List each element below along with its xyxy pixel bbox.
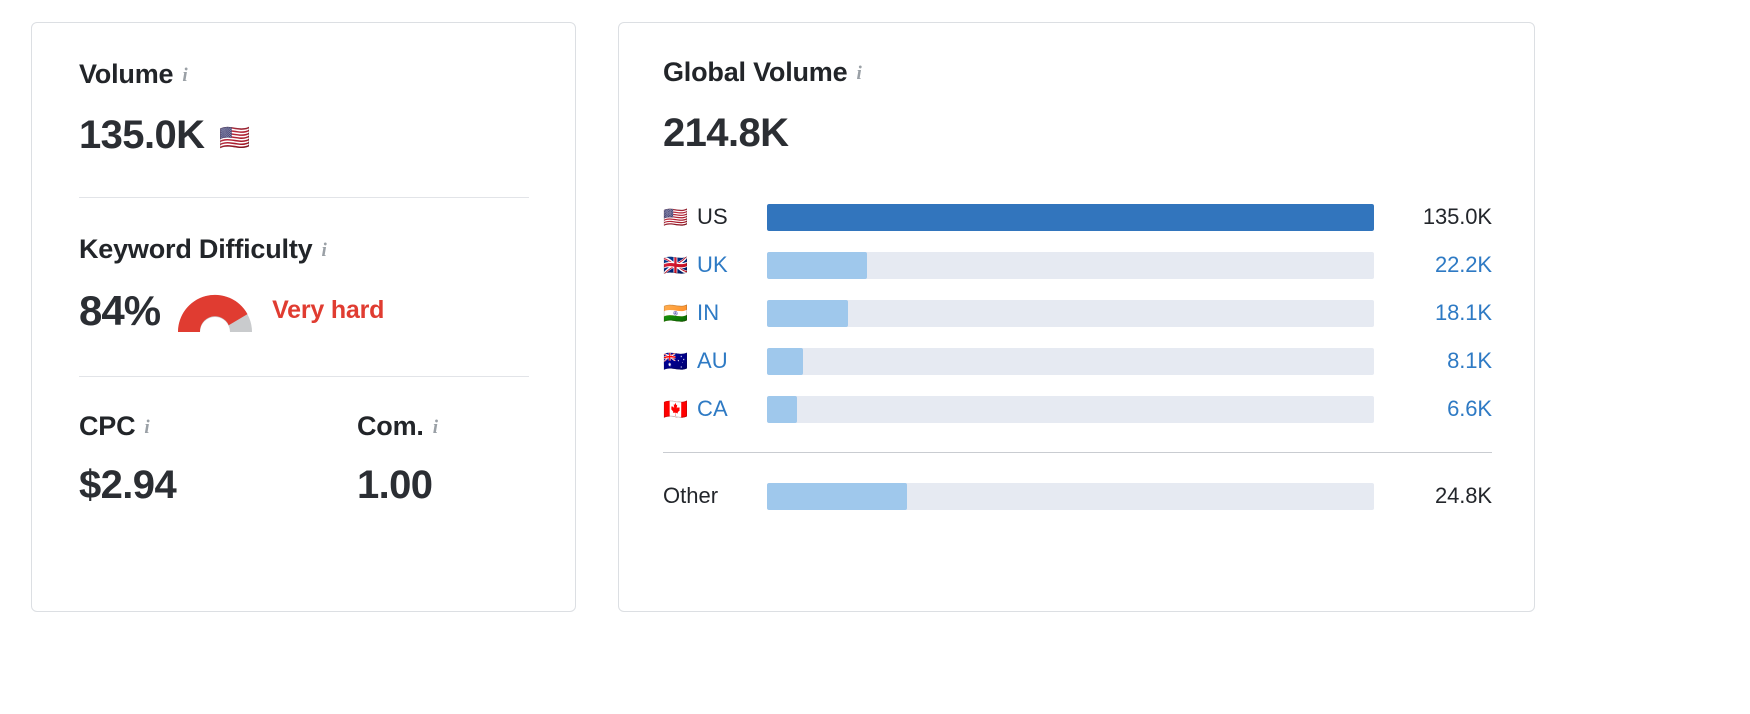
keyword-difficulty-label: Keyword Difficulty xyxy=(79,234,313,264)
country-code-ca[interactable]: CA xyxy=(697,398,728,420)
cpc-block: CPC i $2.94 xyxy=(79,413,357,507)
difficulty-gauge-icon xyxy=(172,288,258,333)
country-cell-uk: 🇬🇧 UK xyxy=(663,254,767,276)
country-code-in[interactable]: IN xyxy=(697,302,719,324)
bar-track-us xyxy=(767,203,1374,231)
table-row[interactable]: 🇮🇳 IN 18.1K xyxy=(663,289,1492,337)
flag-in-icon: 🇮🇳 xyxy=(663,301,688,325)
table-row[interactable]: 🇺🇸 US 135.0K xyxy=(663,193,1492,241)
cpc-label-row: CPC i xyxy=(79,413,357,440)
bar-fill-ca xyxy=(767,395,797,423)
other-value: 24.8K xyxy=(1435,483,1492,508)
country-volume-list: 🇺🇸 US 135.0K 🇬🇧 UK 22.2K 🇮🇳 IN 18.1K 🇦🇺 … xyxy=(663,193,1492,520)
volume-label-row: Volume i xyxy=(79,61,529,88)
volume-value-row: 135.0K 🇺🇸 xyxy=(79,115,529,155)
bar-fill-other xyxy=(767,482,907,510)
table-row[interactable]: 🇬🇧 UK 22.2K xyxy=(663,241,1492,289)
cpc-label: CPC xyxy=(79,411,136,441)
country-cell-in: 🇮🇳 IN xyxy=(663,302,767,324)
bar-track-in xyxy=(767,299,1374,327)
country-cell-ca: 🇨🇦 CA xyxy=(663,398,767,420)
info-icon[interactable]: i xyxy=(182,66,187,85)
keyword-difficulty-label-row: Keyword Difficulty i xyxy=(79,236,529,263)
global-volume-card: Global Volume i 214.8K 🇺🇸 US 135.0K 🇬🇧 U… xyxy=(618,22,1535,612)
keyword-overview-panel: Volume i 135.0K 🇺🇸 Keyword Difficulty i … xyxy=(0,0,1750,714)
bar-track-ca xyxy=(767,395,1374,423)
bar-fill-us xyxy=(767,203,1374,231)
volume-label: Volume xyxy=(79,59,174,89)
cpc-value: $2.94 xyxy=(79,463,177,507)
global-volume-label: Global Volume xyxy=(663,57,848,87)
bar-fill-in xyxy=(767,299,849,327)
country-code-us: US xyxy=(697,204,728,229)
country-value-uk[interactable]: 22.2K xyxy=(1374,254,1492,276)
bar-track-au xyxy=(767,347,1374,375)
country-code-uk[interactable]: UK xyxy=(697,254,728,276)
volume-section: Volume i 135.0K 🇺🇸 xyxy=(79,59,529,156)
country-value-us: 135.0K xyxy=(1422,204,1492,229)
global-volume-label-row: Global Volume i xyxy=(663,59,1492,86)
divider xyxy=(663,452,1492,453)
keyword-difficulty-section: Keyword Difficulty i 84% Very hard xyxy=(79,198,529,333)
table-row[interactable]: 🇦🇺 AU 8.1K xyxy=(663,337,1492,385)
global-volume-header: Global Volume i 214.8K xyxy=(663,59,1492,155)
country-value-in[interactable]: 18.1K xyxy=(1374,302,1492,324)
competition-label: Com. xyxy=(357,411,424,441)
keyword-difficulty-value-row: 84% Very hard xyxy=(79,288,529,333)
other-label: Other xyxy=(663,483,719,508)
bar-fill-uk xyxy=(767,251,867,279)
keyword-difficulty-verdict: Very hard xyxy=(272,296,385,324)
country-value-au[interactable]: 8.1K xyxy=(1374,350,1492,372)
global-volume-value: 214.8K xyxy=(663,111,789,155)
competition-value: 1.00 xyxy=(357,463,433,507)
info-icon[interactable]: i xyxy=(433,418,438,437)
country-cell-au: 🇦🇺 AU xyxy=(663,350,767,372)
competition-block: Com. i 1.00 xyxy=(357,413,438,507)
country-cell-us: 🇺🇸 US xyxy=(663,206,767,228)
cpc-competition-section: CPC i $2.94 Com. i 1.00 xyxy=(79,377,529,507)
bar-fill-au xyxy=(767,347,804,375)
keyword-difficulty-percent: 84% xyxy=(79,286,161,334)
info-icon[interactable]: i xyxy=(856,64,861,83)
keyword-metrics-card: Volume i 135.0K 🇺🇸 Keyword Difficulty i … xyxy=(31,22,576,612)
bar-track-other xyxy=(767,482,1374,510)
flag-uk-icon: 🇬🇧 xyxy=(663,253,688,277)
table-row[interactable]: 🇨🇦 CA 6.6K xyxy=(663,385,1492,433)
flag-au-icon: 🇦🇺 xyxy=(663,349,688,373)
flag-ca-icon: 🇨🇦 xyxy=(663,397,688,421)
info-icon[interactable]: i xyxy=(144,418,149,437)
flag-us-icon: 🇺🇸 xyxy=(663,205,688,229)
bar-track-uk xyxy=(767,251,1374,279)
table-row: Other 24.8K xyxy=(663,472,1492,520)
volume-value: 135.0K xyxy=(79,113,205,157)
competition-label-row: Com. i xyxy=(357,413,438,440)
country-code-au[interactable]: AU xyxy=(697,350,728,372)
flag-us-icon: 🇺🇸 xyxy=(219,122,250,152)
country-value-ca[interactable]: 6.6K xyxy=(1374,398,1492,420)
info-icon[interactable]: i xyxy=(321,241,326,260)
